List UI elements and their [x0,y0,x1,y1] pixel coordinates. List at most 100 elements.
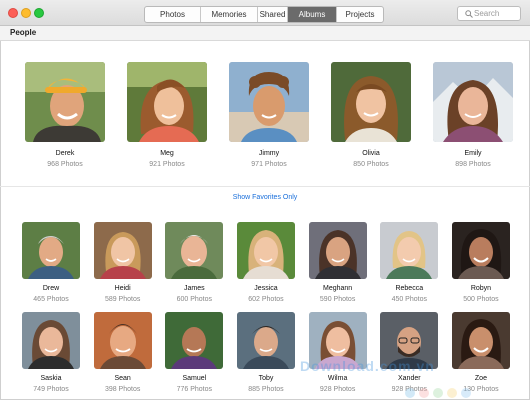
minimize-window-button[interactable] [21,8,31,18]
person-card[interactable]: Meghann 590 Photos [307,222,369,303]
portrait-photo[interactable] [308,222,367,279]
photo-count: 590 Photos [319,296,356,303]
tab-photos[interactable]: Photos [145,7,201,22]
portrait-photo[interactable] [93,222,152,279]
photo-count: 971 Photos [251,161,287,168]
photo-count: 921 Photos [149,161,185,168]
person-card[interactable]: Emily 898 Photos [430,62,516,168]
person-name: Xander [397,375,421,382]
person-card[interactable]: Zoe 130 Photos [450,312,512,393]
person-name: Heidi [114,285,131,292]
person-name: Derek [55,150,75,157]
person-name: Drew [42,285,60,292]
people-grid: Drew 465 Photos Heidi 589 Photos James 6… [20,222,512,402]
photo-count: 776 Photos [176,386,213,393]
section-divider [0,186,530,187]
photo-count: 968 Photos [47,161,83,168]
person-card[interactable]: Xander 928 Photos [378,312,440,393]
person-card[interactable]: Jessica 602 Photos [235,222,297,303]
photo-count: 398 Photos [104,386,141,393]
watermark-dot [447,388,457,398]
search-input[interactable] [474,7,520,20]
watermark-dots [405,388,471,398]
photo-count: 500 Photos [463,296,499,303]
portrait-photo[interactable] [451,222,510,279]
portrait-photo[interactable] [451,312,510,369]
watermark-dot [405,388,415,398]
person-card[interactable]: Samuel 776 Photos [163,312,225,393]
person-name: Jessica [254,285,278,292]
person-card[interactable]: Saskia 749 Photos [20,312,82,393]
person-name: Samuel [182,375,207,382]
person-card[interactable]: Jimmy 971 Photos [226,62,312,168]
person-name: Olivia [362,150,380,157]
photo-count: 602 Photos [248,296,284,303]
section-header: People [0,26,530,41]
person-name: James [184,285,205,292]
person-card[interactable]: Robyn 500 Photos [450,222,512,303]
person-card[interactable]: James 600 Photos [163,222,225,303]
photo-count: 465 Photos [33,296,69,303]
watermark-dot [419,388,429,398]
person-name: Wilma [327,375,348,382]
view-tab-bar: Photos Memories Shared Albums Projects [144,6,384,23]
window-toolbar: Photos Memories Shared Albums Projects [0,0,530,26]
person-name: Emily [464,150,482,157]
portrait-photo[interactable] [93,312,152,369]
photo-count: 589 Photos [104,296,141,303]
zoom-window-button[interactable] [34,8,44,18]
person-name: Zoe [474,375,487,382]
portrait-photo[interactable] [127,62,207,142]
tab-memories[interactable]: Memories [201,7,258,22]
watermark-dot [433,388,443,398]
portrait-photo[interactable] [165,312,224,369]
person-name: Rebecca [395,285,424,292]
person-name: Robyn [470,285,492,292]
person-card[interactable]: Olivia 850 Photos [328,62,414,168]
person-name: Meg [160,150,174,157]
portrait-photo[interactable] [236,222,295,279]
portrait-photo[interactable] [229,62,309,142]
person-card[interactable]: Rebecca 450 Photos [378,222,440,303]
photo-count: 898 Photos [455,161,491,168]
portrait-photo[interactable] [25,62,105,142]
tab-projects[interactable]: Projects [337,7,383,22]
person-card[interactable]: Drew 465 Photos [20,222,82,303]
photo-count: 885 Photos [248,386,284,393]
tab-shared[interactable]: Shared [258,7,288,22]
person-card[interactable]: Sean 398 Photos [92,312,154,393]
person-card[interactable]: Heidi 589 Photos [92,222,154,303]
portrait-photo[interactable] [236,312,295,369]
tab-albums[interactable]: Albums [288,7,337,22]
search-field[interactable] [457,6,521,21]
portrait-photo[interactable] [380,222,439,279]
person-name: Jimmy [258,150,280,157]
photo-count: 850 Photos [353,161,389,168]
show-favorites-only-link[interactable]: Show Favorites Only [0,194,530,201]
portrait-photo[interactable] [22,222,80,279]
portrait-photo[interactable] [165,222,224,279]
photo-count: 749 Photos [33,386,69,393]
person-card[interactable]: Wilma 928 Photos [307,312,369,393]
photos-window: Photos Memories Shared Albums Projects P… [0,0,530,400]
people-row: Saskia 749 Photos Sean 398 Photos Samuel… [20,312,512,393]
person-name: Saskia [40,375,62,382]
people-row: Drew 465 Photos Heidi 589 Photos James 6… [20,222,512,303]
photo-count: 450 Photos [391,296,427,303]
photo-count: 928 Photos [319,386,356,393]
watermark-logo: Download.com.vn [300,358,435,374]
favorites-grid: Derek 968 Photos Meg 921 Photos Jimmy 97… [22,62,516,168]
person-card[interactable]: Derek 968 Photos [22,62,108,168]
person-name: Sean [114,375,131,382]
search-icon [465,10,473,18]
person-card[interactable]: Toby 885 Photos [235,312,297,393]
portrait-photo[interactable] [433,62,513,142]
person-card[interactable]: Meg 921 Photos [124,62,210,168]
portrait-photo[interactable] [331,62,411,142]
portrait-photo[interactable] [22,312,80,369]
person-name: Meghann [323,285,353,292]
photo-count: 600 Photos [176,296,213,303]
close-window-button[interactable] [8,8,18,18]
watermark-dot [461,388,471,398]
person-name: Toby [258,375,274,382]
